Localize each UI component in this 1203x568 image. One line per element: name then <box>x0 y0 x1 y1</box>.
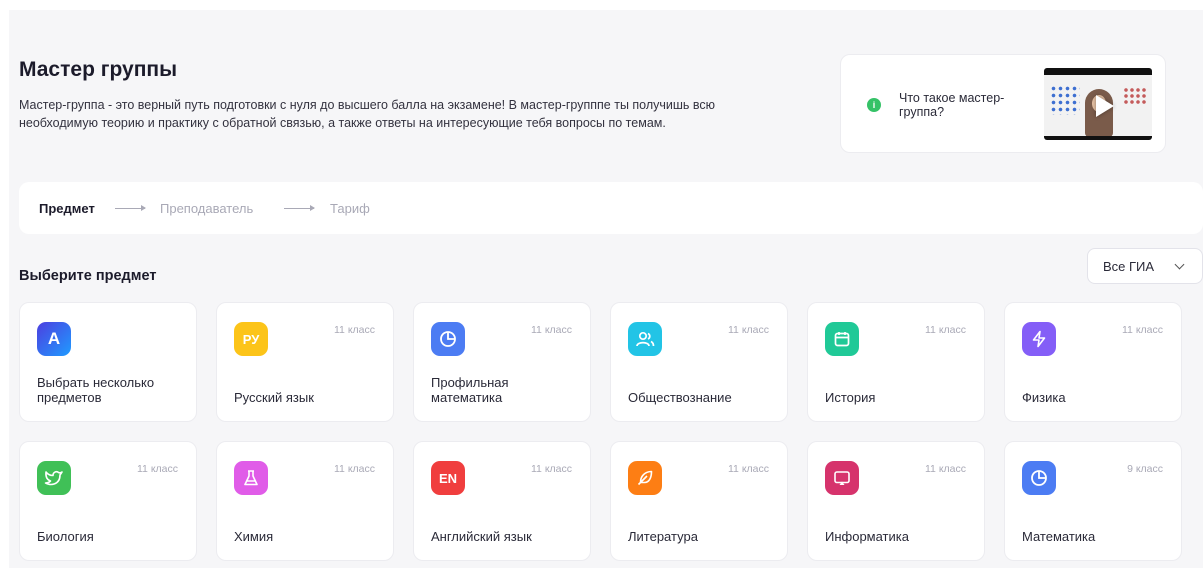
ru-letters-icon: РУ <box>234 322 268 356</box>
subject-card-social[interactable]: 11 класс Обществознание <box>610 302 788 422</box>
page-title: Мастер группы <box>19 58 178 81</box>
subject-name: Обществознание <box>628 390 732 405</box>
grade-label: 11 класс <box>728 324 769 336</box>
subject-card-profile-math[interactable]: 11 класс Профильная математика <box>413 302 591 422</box>
grade-label: 11 класс <box>1122 324 1163 336</box>
subject-card-chemistry[interactable]: 11 класс Химия <box>216 441 394 561</box>
thumbnail-pattern <box>1050 85 1080 115</box>
grade-label: 11 класс <box>925 463 966 475</box>
lightning-icon <box>1022 322 1056 356</box>
grade-label: 11 класс <box>334 324 375 336</box>
page-description: Мастер-группа - это верный путь подготов… <box>19 98 716 130</box>
thumbnail-pattern <box>1123 87 1147 105</box>
subject-name: Математика <box>1022 529 1096 544</box>
step-teacher[interactable]: Преподаватель <box>160 201 253 216</box>
subject-name: Биология <box>37 529 94 544</box>
grade-label: 11 класс <box>334 463 375 475</box>
icon-letter: EN <box>438 470 458 486</box>
arrow-right-icon <box>115 205 146 211</box>
arrow-right-icon <box>284 205 315 211</box>
video-thumbnail[interactable] <box>1044 68 1152 140</box>
page-background: Мастер группы Мастер-группа - это верный… <box>9 10 1203 568</box>
subject-card-literature[interactable]: 11 класс Литература <box>610 441 788 561</box>
subject-card-informatics[interactable]: 11 класс Информатика <box>807 441 985 561</box>
exam-filter-select[interactable]: Все ГИА <box>1087 248 1203 284</box>
chevron-down-icon <box>1174 259 1185 270</box>
calendar-icon <box>825 322 859 356</box>
people-icon <box>628 322 662 356</box>
subject-name: Русский язык <box>234 390 314 405</box>
en-letters-icon: EN <box>431 461 465 495</box>
subject-card-history[interactable]: 11 класс История <box>807 302 985 422</box>
subject-name: Химия <box>234 529 274 544</box>
subject-name: История <box>825 390 876 405</box>
subject-card-math[interactable]: 9 класс Математика <box>1004 441 1182 561</box>
subject-card-biology[interactable]: 11 класс Биология <box>19 441 197 561</box>
grade-label: 9 класс <box>1127 463 1163 475</box>
info-icon: i <box>867 98 881 112</box>
feather-icon <box>628 461 662 495</box>
video-card[interactable]: i Что такое мастер-группа? <box>840 54 1166 153</box>
grade-label: 11 класс <box>925 324 966 336</box>
subject-card-multi[interactable]: А Выбрать несколько предметов <box>19 302 197 422</box>
play-icon[interactable] <box>1096 95 1114 117</box>
grade-label: 11 класс <box>531 463 572 475</box>
icon-letter: А <box>47 329 61 348</box>
subject-card-russian[interactable]: РУ 11 класс Русский язык <box>216 302 394 422</box>
step-subject[interactable]: Предмет <box>39 201 95 216</box>
icon-letter: РУ <box>242 331 260 347</box>
steps-bar: Предмет Преподаватель Тариф <box>19 182 1203 234</box>
section-title: Выберите предмет <box>19 268 157 284</box>
monitor-icon <box>825 461 859 495</box>
subject-name: Профильная математика <box>431 375 509 405</box>
subject-name: Английский язык <box>431 529 532 544</box>
step-tariff[interactable]: Тариф <box>330 201 370 216</box>
subject-name: Литература <box>628 529 698 544</box>
video-label: Что такое мастер-группа? <box>899 91 1005 119</box>
subject-card-english[interactable]: EN 11 класс Английский язык <box>413 441 591 561</box>
subject-name: Выбрать несколько предметов <box>37 375 155 405</box>
pie-chart-icon <box>431 322 465 356</box>
subject-card-physics[interactable]: 11 класс Физика <box>1004 302 1182 422</box>
grade-label: 11 класс <box>531 324 572 336</box>
pie-chart-icon <box>1022 461 1056 495</box>
flask-icon <box>234 461 268 495</box>
bird-icon <box>37 461 71 495</box>
filter-value: Все ГИА <box>1103 259 1155 274</box>
subject-name: Информатика <box>825 529 909 544</box>
multi-select-icon: А <box>37 322 71 356</box>
subject-name: Физика <box>1022 390 1066 405</box>
grade-label: 11 класс <box>728 463 769 475</box>
grade-label: 11 класс <box>137 463 178 475</box>
